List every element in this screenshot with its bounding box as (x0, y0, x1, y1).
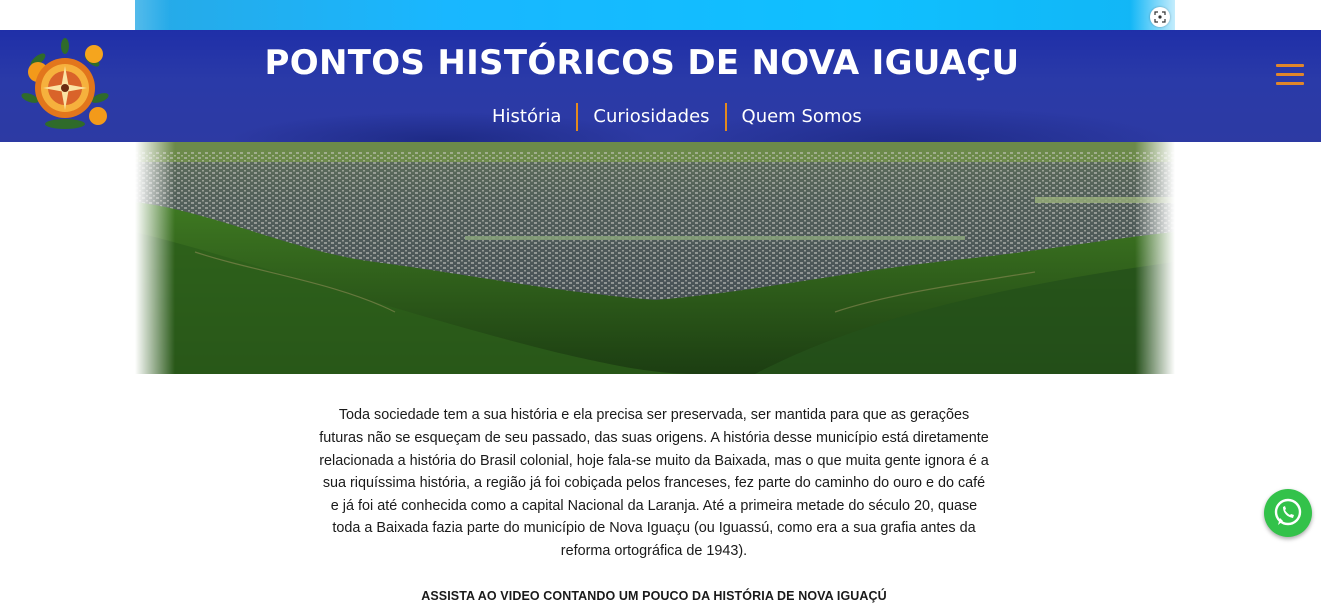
main-nav: História Curiosidades Quem Somos (477, 103, 877, 131)
nav-item-historia[interactable]: História (477, 103, 576, 131)
nav-item-curiosidades[interactable]: Curiosidades (578, 103, 724, 131)
whatsapp-icon[interactable] (1264, 489, 1312, 537)
hero-sky-strip (135, 0, 1175, 30)
sky-fade-left (0, 0, 170, 30)
intro-paragraph: Toda sociedade tem a sua história e ela … (319, 407, 989, 559)
lens-icon[interactable] (1150, 7, 1170, 27)
hero-image (135, 142, 1175, 374)
hamburger-icon[interactable] (1276, 64, 1304, 86)
site-title: PONTOS HISTÓRICOS DE NOVA IGUAÇU (264, 43, 1020, 83)
video-section-heading: ASSISTA AO VIDEO CONTANDO UM POUCO DA HI… (421, 589, 887, 603)
nav-item-quem-somos[interactable]: Quem Somos (727, 103, 877, 131)
